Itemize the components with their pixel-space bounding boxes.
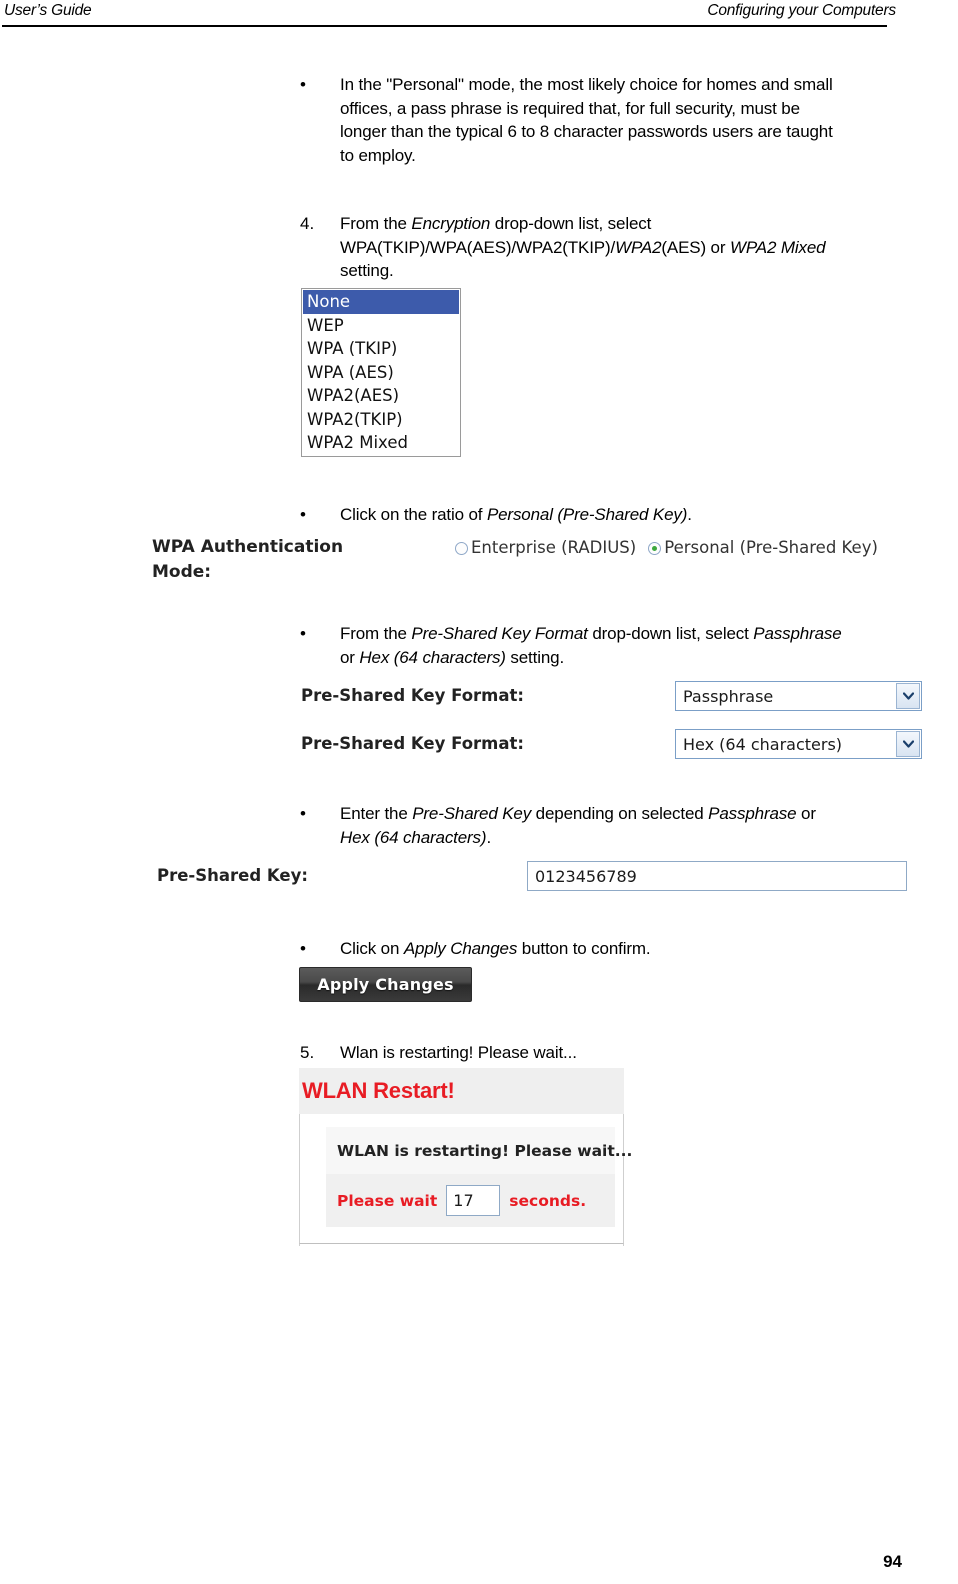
psk-format-select-1[interactable]: Passphrase bbox=[675, 681, 922, 711]
bullet-pskfmt-c: or bbox=[340, 647, 360, 667]
psk-format-select-2[interactable]: Hex (64 characters) bbox=[675, 729, 922, 759]
step-4-text-d: setting. bbox=[340, 261, 394, 280]
wlan-restart-body: WLAN is restarting! Please wait... Pleas… bbox=[299, 1114, 632, 1243]
step-4-text: From the Encryption drop-down list, sele… bbox=[340, 212, 845, 283]
bullet-enterpsk-term2: Passphrase bbox=[708, 804, 797, 823]
step-4-marker: 4. bbox=[300, 214, 315, 233]
bullet-pskfmt-d: setting. bbox=[505, 647, 565, 667]
bullet-pskfmt-a: From the bbox=[340, 624, 412, 643]
header-right-text: Configuring your Computers bbox=[707, 2, 896, 19]
encryption-option-wpa2-mixed[interactable]: WPA2 Mixed bbox=[303, 431, 459, 455]
encryption-option-wep[interactable]: WEP bbox=[303, 314, 459, 338]
step-4-wpa2-term: WPA2 bbox=[615, 237, 662, 257]
step-5-marker: 5. bbox=[300, 1043, 315, 1062]
bullet-pskfmt-b: drop-down list, select bbox=[587, 624, 754, 643]
bullet-ratio-a: Click on the ratio of bbox=[340, 505, 487, 524]
bullet-enter-psk-text: Enter the Pre-Shared Key depending on se… bbox=[340, 802, 845, 849]
step-4-text-a: From the bbox=[340, 214, 412, 233]
bullet-psk-format-text: From the Pre-Shared Key Format drop-down… bbox=[340, 622, 845, 669]
bullet-pskfmt-term1: Pre-Shared Key Format bbox=[411, 624, 588, 643]
psk-format-select-1-value: Passphrase bbox=[683, 686, 774, 706]
bullet-pskfmt-term2: Passphrase bbox=[753, 624, 842, 643]
wlan-restart-message: WLAN is restarting! Please wait... bbox=[337, 1141, 633, 1160]
bullet-enter-psk: • Enter the Pre-Shared Key depending on … bbox=[300, 802, 845, 849]
psk-format-row-2: Pre-Shared Key Format: Hex (64 character… bbox=[301, 729, 926, 761]
wpa-authentication-mode-label: WPA Authentication Mode: bbox=[152, 537, 344, 582]
wlan-restart-title-bar: WLAN Restart! bbox=[299, 1068, 624, 1114]
bullet-ratio-term: Personal (Pre-Shared Key) bbox=[486, 505, 688, 524]
radio-option-enterprise-label: Enterprise (RADIUS) bbox=[471, 538, 637, 557]
radio-option-personal[interactable]: Personal (Pre-Shared Key) bbox=[648, 535, 878, 560]
bullet-personal-mode-text: In the "Personal" mode, the most likely … bbox=[340, 75, 833, 165]
wlan-restart-title: WLAN Restart! bbox=[302, 1078, 455, 1103]
bullet-apply-term: Apply Changes bbox=[403, 939, 518, 958]
psk-key-row: Pre-Shared Key: 0123456789 bbox=[157, 861, 927, 893]
header-left-text: User’s Guide bbox=[4, 2, 92, 19]
bullet-enterpsk-d: . bbox=[486, 827, 492, 847]
wlan-restart-footer-rule bbox=[299, 1243, 624, 1246]
wlan-restart-inner: WLAN is restarting! Please wait... Pleas… bbox=[326, 1127, 632, 1227]
bullet-ratio-b: . bbox=[687, 505, 692, 524]
encryption-option-none[interactable]: None bbox=[303, 290, 459, 314]
psk-format-label-1: Pre-Shared Key Format: bbox=[301, 686, 524, 705]
bullet-enterpsk-b: depending on selected bbox=[531, 804, 709, 823]
bullet-enterpsk-term1: Pre-Shared Key bbox=[412, 804, 532, 823]
bullet-enterpsk-c: or bbox=[796, 804, 816, 823]
wlan-restart-wait-box: Please wait 17 seconds. bbox=[326, 1174, 615, 1227]
bullet-apply-a: Click on bbox=[340, 939, 404, 958]
bullet-marker-icon: • bbox=[300, 804, 306, 823]
step-4: 4. From the Encryption drop-down list, s… bbox=[300, 212, 845, 283]
bullet-marker-icon: • bbox=[300, 624, 306, 643]
bullet-apply-b: button to confirm. bbox=[517, 939, 651, 958]
bullet-apply-changes-text: Click on Apply Changes button to confirm… bbox=[340, 937, 845, 961]
bullet-apply-changes: • Click on Apply Changes button to confi… bbox=[300, 937, 845, 961]
bullet-pskfmt-term3: Hex (64 characters) bbox=[359, 647, 506, 667]
bullet-personal-mode: • In the "Personal" mode, the most likel… bbox=[300, 73, 845, 167]
encryption-dropdown-list[interactable]: None WEP WPA (TKIP) WPA (AES) WPA2(AES) … bbox=[301, 288, 461, 457]
wpa-authentication-mode-options: Enterprise (RADIUS) Personal (Pre-Shared … bbox=[455, 535, 958, 560]
page-number: 94 bbox=[883, 1552, 902, 1571]
wlan-restart-wait-suffix: seconds. bbox=[509, 1191, 587, 1210]
step-4-encryption-term: Encryption bbox=[411, 214, 491, 233]
step-5-text: Wlan is restarting! Please wait... bbox=[340, 1043, 577, 1062]
wpa-authentication-mode-row: WPA Authentication Mode: Enterprise (RAD… bbox=[152, 535, 958, 589]
radio-option-personal-label: Personal (Pre-Shared Key) bbox=[664, 538, 878, 557]
chevron-down-icon[interactable] bbox=[896, 683, 920, 709]
wlan-restart-message-box: WLAN is restarting! Please wait... bbox=[326, 1127, 632, 1174]
psk-key-label: Pre-Shared Key: bbox=[157, 866, 308, 885]
step-5: 5. Wlan is restarting! Please wait... bbox=[300, 1041, 845, 1065]
bullet-enterpsk-term3: Hex (64 characters) bbox=[340, 827, 487, 847]
bullet-click-ratio-text: Click on the ratio of Personal (Pre-Shar… bbox=[340, 503, 845, 527]
bullet-marker-icon: • bbox=[300, 939, 306, 958]
bullet-psk-format: • From the Pre-Shared Key Format drop-do… bbox=[300, 622, 845, 669]
wlan-restart-wait-prefix: Please wait bbox=[337, 1191, 438, 1210]
page-header: User’s Guide Configuring your Computers bbox=[0, 0, 958, 30]
psk-format-label-2: Pre-Shared Key Format: bbox=[301, 734, 524, 753]
psk-format-row-1: Pre-Shared Key Format: Passphrase bbox=[301, 681, 926, 713]
radio-button-enterprise-icon[interactable] bbox=[455, 542, 468, 555]
encryption-option-wpa2-aes[interactable]: WPA2(AES) bbox=[303, 384, 459, 408]
wlan-restart-panel: WLAN Restart! WLAN is restarting! Please… bbox=[299, 1068, 632, 1246]
radio-option-enterprise[interactable]: Enterprise (RADIUS) bbox=[455, 535, 636, 560]
bullet-marker-icon: • bbox=[300, 505, 306, 524]
header-divider bbox=[2, 25, 887, 27]
step-4-text-c: (AES) or bbox=[661, 237, 730, 257]
encryption-option-wpa-aes[interactable]: WPA (AES) bbox=[303, 361, 459, 385]
bullet-marker-icon: • bbox=[300, 75, 306, 94]
chevron-down-icon[interactable] bbox=[896, 731, 920, 757]
bullet-enterpsk-a: Enter the bbox=[340, 804, 413, 823]
step-4-wpa2mixed-term: WPA2 Mixed bbox=[729, 237, 826, 257]
apply-changes-button[interactable]: Apply Changes bbox=[299, 967, 472, 1002]
psk-key-input[interactable]: 0123456789 bbox=[527, 861, 907, 891]
bullet-click-ratio: • Click on the ratio of Personal (Pre-Sh… bbox=[300, 503, 845, 527]
radio-button-personal-icon[interactable] bbox=[648, 542, 662, 555]
psk-key-input-value: 0123456789 bbox=[535, 866, 637, 886]
psk-format-select-2-value: Hex (64 characters) bbox=[683, 734, 843, 754]
encryption-option-wpa2-tkip[interactable]: WPA2(TKIP) bbox=[303, 408, 459, 432]
encryption-option-wpa-tkip[interactable]: WPA (TKIP) bbox=[303, 337, 459, 361]
wlan-restart-seconds-input[interactable]: 17 bbox=[446, 1185, 501, 1216]
